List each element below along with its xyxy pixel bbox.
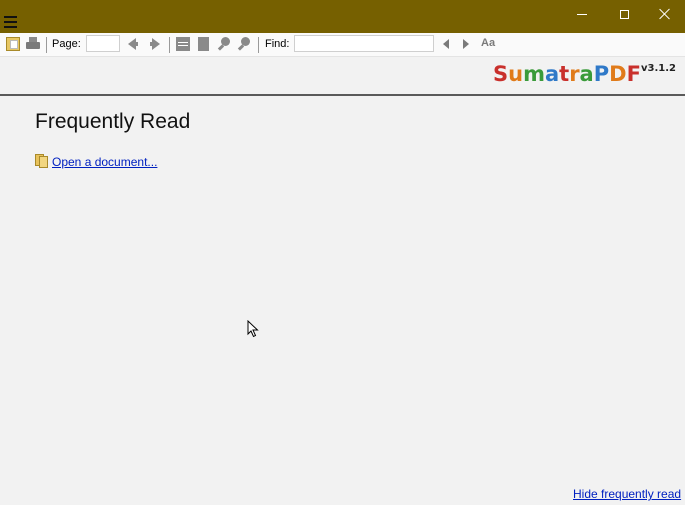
match-case-icon[interactable]: Aa — [481, 37, 495, 51]
logo-letter: F — [626, 62, 641, 86]
find-input[interactable] — [294, 35, 434, 52]
zoom-in-icon[interactable] — [238, 37, 252, 51]
toolbar: Page: Find: Aa — [0, 33, 685, 57]
maximize-button[interactable] — [602, 0, 647, 28]
arrow-right-icon[interactable] — [150, 38, 160, 50]
open-folder-icon[interactable] — [6, 37, 20, 51]
triangle-right-icon[interactable] — [463, 39, 469, 49]
close-icon — [659, 8, 671, 20]
arrow-left-icon[interactable] — [128, 38, 138, 50]
toolbar-separator — [258, 37, 259, 53]
open-document-link[interactable]: Open a document... — [52, 155, 157, 169]
maximize-icon — [620, 9, 629, 19]
logo-letter: D — [609, 62, 627, 86]
logo-letter: P — [593, 62, 610, 86]
minimize-button[interactable] — [559, 0, 604, 28]
title-bar — [0, 0, 685, 33]
frequently-read-heading: Frequently Read — [35, 110, 191, 133]
print-icon[interactable] — [26, 37, 40, 51]
toolbar-separator — [46, 37, 47, 53]
logo-letter: r — [569, 62, 580, 86]
open-document-icon — [35, 154, 48, 168]
triangle-left-icon[interactable] — [443, 39, 449, 49]
find-label: Find: — [265, 38, 290, 50]
toolbar-separator — [169, 37, 170, 53]
logo-letter: a — [544, 62, 560, 86]
sumatrapdf-logo: SumatraPDF — [493, 62, 641, 86]
fit-page-icon[interactable] — [176, 37, 190, 51]
sumatra-window: Page: Find: Aa SumatraPDF v3.1.2 Frequen… — [0, 0, 685, 505]
version-label: v3.1.2 — [641, 63, 676, 74]
hide-frequently-read-link[interactable]: Hide frequently read — [573, 487, 681, 501]
page-input[interactable] — [86, 35, 120, 52]
zoom-out-icon[interactable] — [218, 37, 232, 51]
logo-letter: a — [579, 62, 594, 86]
logo-letter: m — [523, 62, 545, 86]
page-label: Page: — [52, 38, 81, 50]
logo-letter: S — [493, 62, 509, 86]
mouse-cursor-icon — [247, 320, 259, 338]
minimize-icon — [576, 13, 587, 15]
logo-letter: u — [508, 62, 524, 86]
logo-letter: t — [559, 62, 570, 86]
fit-width-icon[interactable] — [198, 37, 209, 51]
header-divider — [0, 94, 685, 96]
hamburger-icon[interactable] — [4, 16, 17, 28]
close-button[interactable] — [642, 0, 685, 28]
